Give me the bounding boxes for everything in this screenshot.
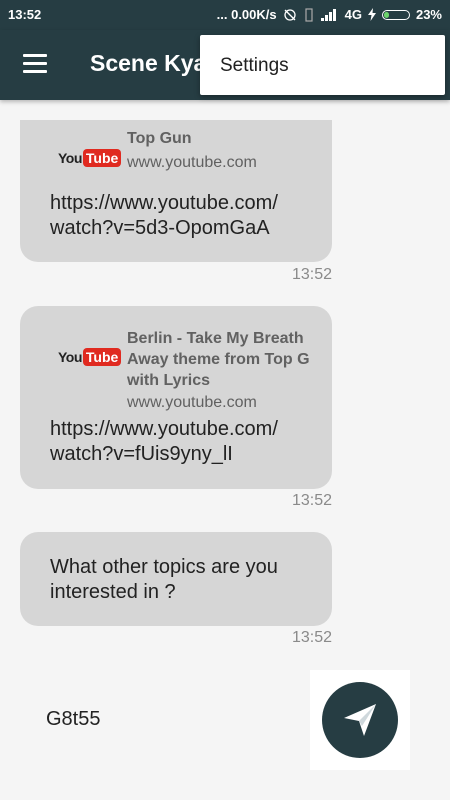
message-text[interactable]: https://www.youtube.com/ watch?v=5d3-Opo… xyxy=(50,191,320,241)
signal-icon xyxy=(320,9,336,21)
message-timestamp: 13:52 xyxy=(291,492,332,509)
menu-item-settings[interactable]: Settings xyxy=(220,55,289,77)
status-bar: 13:52 ... 0.00K/s 4G 23% xyxy=(0,0,450,30)
vibrate-icon xyxy=(305,7,313,22)
link-preview-domain: www.youtube.com xyxy=(127,154,257,171)
message-bubble[interactable]: You Tube Berlin - Take My Breath Away the… xyxy=(20,306,332,489)
paper-plane-send-icon xyxy=(344,704,376,736)
link-preview-title[interactable]: Berlin - Take My Breath Away theme from … xyxy=(127,328,313,391)
network-speed: ... 0.00K/s xyxy=(216,7,277,22)
battery-icon xyxy=(381,9,410,20)
youtube-logo-icon: You Tube xyxy=(58,148,122,168)
message-timestamp: 13:52 xyxy=(291,629,332,646)
message-timestamp: 13:52 xyxy=(291,266,332,283)
alarm-off-icon xyxy=(283,8,296,21)
status-indicators: ... 0.00K/s 4G 23% xyxy=(217,7,442,22)
overflow-menu: Settings xyxy=(200,35,445,95)
battery-level: 23% xyxy=(415,7,442,22)
status-time: 13:52 xyxy=(8,7,42,22)
send-button[interactable] xyxy=(322,682,398,758)
message-text[interactable]: What other topics are you interested in … xyxy=(50,555,320,605)
message-bubble[interactable]: What other topics are you interested in … xyxy=(20,532,332,626)
app-title: Scene Kyal xyxy=(90,50,213,76)
send-button-container xyxy=(310,670,410,770)
charging-icon xyxy=(367,8,376,21)
link-preview-domain: www.youtube.com xyxy=(127,394,257,411)
message-bubble[interactable]: You Tube Top Gun www.youtube.com https://… xyxy=(20,120,332,262)
youtube-logo-icon: You Tube xyxy=(58,347,122,367)
hamburger-menu-icon[interactable] xyxy=(23,54,47,74)
link-preview-title[interactable]: Top Gun xyxy=(127,128,313,149)
network-type: 4G xyxy=(344,7,362,22)
message-text[interactable]: https://www.youtube.com/ watch?v=fUis9yn… xyxy=(50,417,320,467)
message-input[interactable]: G8t55 xyxy=(46,708,100,731)
